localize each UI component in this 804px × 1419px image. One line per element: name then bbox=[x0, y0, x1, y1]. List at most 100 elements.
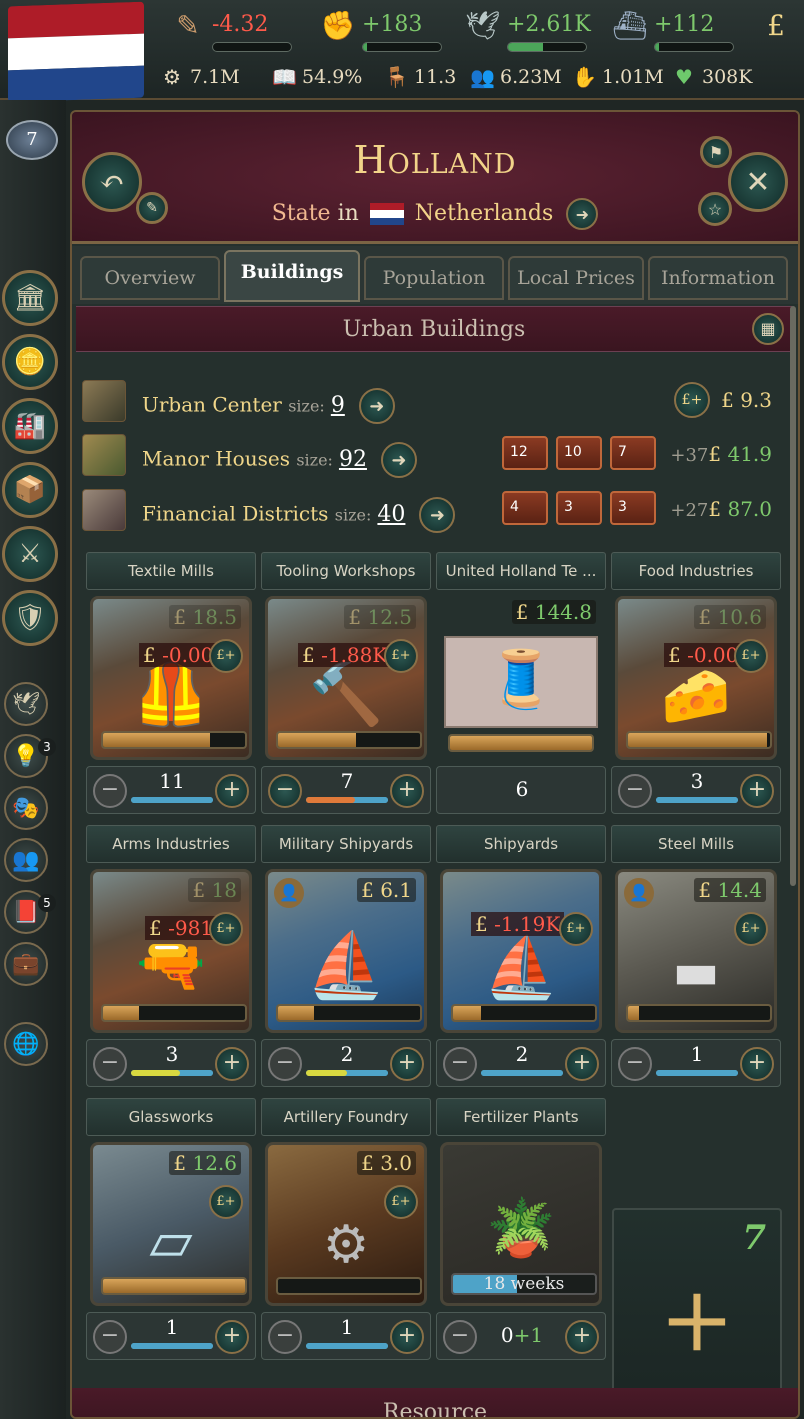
close-icon: ✕ bbox=[745, 164, 771, 200]
close-button[interactable]: ✕ bbox=[728, 152, 788, 212]
country-flag[interactable] bbox=[8, 1, 144, 103]
navy-value: +112 bbox=[654, 12, 715, 37]
budget-button[interactable]: 🪙 bbox=[2, 334, 58, 390]
expand-level-button[interactable]: + bbox=[390, 774, 424, 808]
cannon-icon: ⚙ bbox=[322, 1215, 370, 1275]
building-name: Military Shipyards bbox=[261, 825, 431, 863]
building-image: 👤 ▬ £ 14.4 £+ bbox=[615, 869, 777, 1033]
expand-button[interactable]: £+ bbox=[209, 912, 243, 946]
downsize-button[interactable]: − bbox=[618, 774, 652, 808]
building-card-military-shipyards[interactable]: Military Shipyards 👤 ⛵ £ 6.1 − 2 + bbox=[261, 825, 431, 1091]
gdp-stat[interactable]: ⚙ 7.1M bbox=[160, 62, 240, 92]
downsize-button[interactable]: − bbox=[268, 1320, 302, 1354]
sailing-ship-icon: ⛵ bbox=[306, 929, 386, 1003]
production-bar bbox=[276, 1004, 422, 1022]
ownership-chip[interactable]: 10 bbox=[556, 436, 602, 470]
expand-level-button[interactable]: + bbox=[390, 1320, 424, 1354]
financial-districts-go-button[interactable]: ➜ bbox=[419, 497, 456, 533]
building-card-artillery-foundry[interactable]: Artillery Foundry ⚙ £ 3.0 £+ − 1 + bbox=[261, 1098, 431, 1364]
ownership-chip[interactable]: 12 bbox=[502, 436, 548, 470]
urban-center-expand-button[interactable]: £+ bbox=[674, 382, 710, 418]
building-card-shipyards[interactable]: Shipyards ⛵ £ -1.19K £+ − 2 + bbox=[436, 825, 606, 1091]
production-bar bbox=[448, 734, 594, 752]
building-card-fertilizer-plants[interactable]: Fertilizer Plants 🪴 18 weeks − 0+1 + bbox=[436, 1098, 606, 1364]
downsize-button[interactable]: − bbox=[93, 1320, 127, 1354]
grid-view-button[interactable]: ▦ bbox=[752, 313, 784, 345]
military-button[interactable]: ⚔ bbox=[2, 526, 58, 582]
ownership-chip[interactable]: 3 bbox=[556, 491, 602, 525]
expand-level-button[interactable]: + bbox=[215, 1047, 249, 1081]
tab-information[interactable]: Information bbox=[648, 256, 788, 300]
expand-level-button[interactable]: + bbox=[565, 1320, 599, 1354]
politics-button[interactable]: 👥 bbox=[4, 838, 48, 882]
downsize-button[interactable]: − bbox=[93, 774, 127, 808]
building-card-tooling-workshops[interactable]: Tooling Workshops 🔨 £ 12.5 £ -1.88K £+ −… bbox=[261, 552, 431, 818]
diplomacy-side-button[interactable]: 🕊 bbox=[4, 682, 48, 726]
building-level: 7 bbox=[340, 769, 354, 793]
industry-button[interactable]: 🏭 bbox=[2, 398, 58, 454]
downsize-button[interactable]: − bbox=[268, 1047, 302, 1081]
building-card-textile-mills[interactable]: Textile Mills 🦺 £ 18.5 £ -0.00 £+ − 11 + bbox=[86, 552, 256, 818]
expand-button[interactable]: £+ bbox=[734, 639, 768, 673]
owner-icon[interactable]: 👤 bbox=[624, 878, 654, 908]
expand-level-button[interactable]: + bbox=[565, 1047, 599, 1081]
expand-level-button[interactable]: + bbox=[390, 1047, 424, 1081]
financial-districts-name[interactable]: Financial Districts bbox=[142, 502, 328, 526]
ownership-chip[interactable]: 7 bbox=[610, 436, 656, 470]
journal-count-badge: 5 bbox=[38, 894, 56, 912]
gdp-icon: ⚙ bbox=[163, 65, 181, 89]
urban-center-go-button[interactable]: ➜ bbox=[358, 388, 395, 424]
tab-population[interactable]: Population bbox=[364, 256, 504, 300]
expand-level-button[interactable]: + bbox=[740, 1047, 774, 1081]
briefcase-button[interactable]: 💼 bbox=[4, 942, 48, 986]
expand-button[interactable]: £+ bbox=[734, 912, 768, 946]
favorite-button[interactable]: ☆ bbox=[698, 192, 732, 226]
building-card-arms-industries[interactable]: Arms Industries 🔫 £ 18 £ -981 £+ − 3 + bbox=[86, 825, 256, 1091]
building-card-steel-mills[interactable]: Steel Mills 👤 ▬ £ 14.4 £+ − 1 + bbox=[611, 825, 781, 1091]
expand-button[interactable]: £+ bbox=[209, 1185, 243, 1219]
loyalty-stat[interactable]: ♥ 308K bbox=[672, 62, 752, 92]
expand-level-button[interactable]: + bbox=[215, 1320, 249, 1354]
tab-buildings[interactable]: Buildings bbox=[224, 250, 360, 302]
downsize-button[interactable]: − bbox=[618, 1047, 652, 1081]
signpost-button[interactable]: ⚑ bbox=[700, 136, 732, 168]
manor-houses-go-button[interactable]: ➜ bbox=[380, 442, 417, 478]
diplomacy-button[interactable]: 🛡 bbox=[2, 590, 58, 646]
building-card-united-holland-textiles[interactable]: United Holland Te ... 🧵 £ 144.8 6 bbox=[436, 552, 606, 818]
urban-center-name[interactable]: Urban Center bbox=[142, 393, 282, 417]
country-link[interactable]: Netherlands bbox=[415, 201, 554, 226]
tab-overview[interactable]: Overview bbox=[80, 256, 220, 300]
market-button[interactable]: 📦 bbox=[2, 462, 58, 518]
culture-button[interactable]: 🎭 bbox=[4, 786, 48, 830]
population-stat[interactable]: 👥 6.23M bbox=[470, 62, 562, 92]
building-card-glassworks[interactable]: Glassworks ▱ £ 12.6 £+ − 1 + bbox=[86, 1098, 256, 1364]
downsize-button[interactable]: − bbox=[93, 1047, 127, 1081]
building-level: 2 bbox=[340, 1042, 354, 1066]
expand-button[interactable]: £+ bbox=[384, 639, 418, 673]
government-button[interactable]: 🏛 bbox=[2, 270, 58, 326]
sol-stat[interactable]: 🪑 11.3 bbox=[384, 62, 456, 92]
rank-badge[interactable]: 7 bbox=[6, 120, 58, 160]
downsize-button[interactable]: − bbox=[268, 774, 302, 808]
ownership-chip[interactable]: 3 bbox=[610, 491, 656, 525]
downsize-button[interactable]: − bbox=[443, 1047, 477, 1081]
level-control: − 7 + bbox=[261, 766, 431, 814]
downsize-button[interactable]: − bbox=[443, 1320, 477, 1354]
owner-icon[interactable]: 👤 bbox=[274, 878, 304, 908]
ownership-chip[interactable]: 4 bbox=[502, 491, 548, 525]
scrollbar[interactable] bbox=[790, 306, 796, 886]
quill-icon: ✎ bbox=[176, 9, 200, 42]
tab-local-prices[interactable]: Local Prices bbox=[508, 256, 644, 300]
expand-level-button[interactable]: + bbox=[215, 774, 249, 808]
available-slots: 7 bbox=[742, 1218, 766, 1258]
manor-houses-name[interactable]: Manor Houses bbox=[142, 447, 290, 471]
expand-level-button[interactable]: + bbox=[740, 774, 774, 808]
go-to-country-button[interactable]: ➜ bbox=[566, 198, 599, 230]
literacy-stat[interactable]: 📖 54.9% bbox=[272, 62, 362, 92]
map-button[interactable]: 🌐 bbox=[4, 1022, 48, 1066]
workforce-stat[interactable]: ✋ 1.01M bbox=[572, 62, 664, 92]
expand-button[interactable]: £+ bbox=[209, 639, 243, 673]
expand-button[interactable]: £+ bbox=[384, 1185, 418, 1219]
building-card-food-industries[interactable]: Food Industries 🧀 £ 10.6 £ -0.00 £+ − 3 … bbox=[611, 552, 781, 818]
expand-button[interactable]: £+ bbox=[559, 912, 593, 946]
